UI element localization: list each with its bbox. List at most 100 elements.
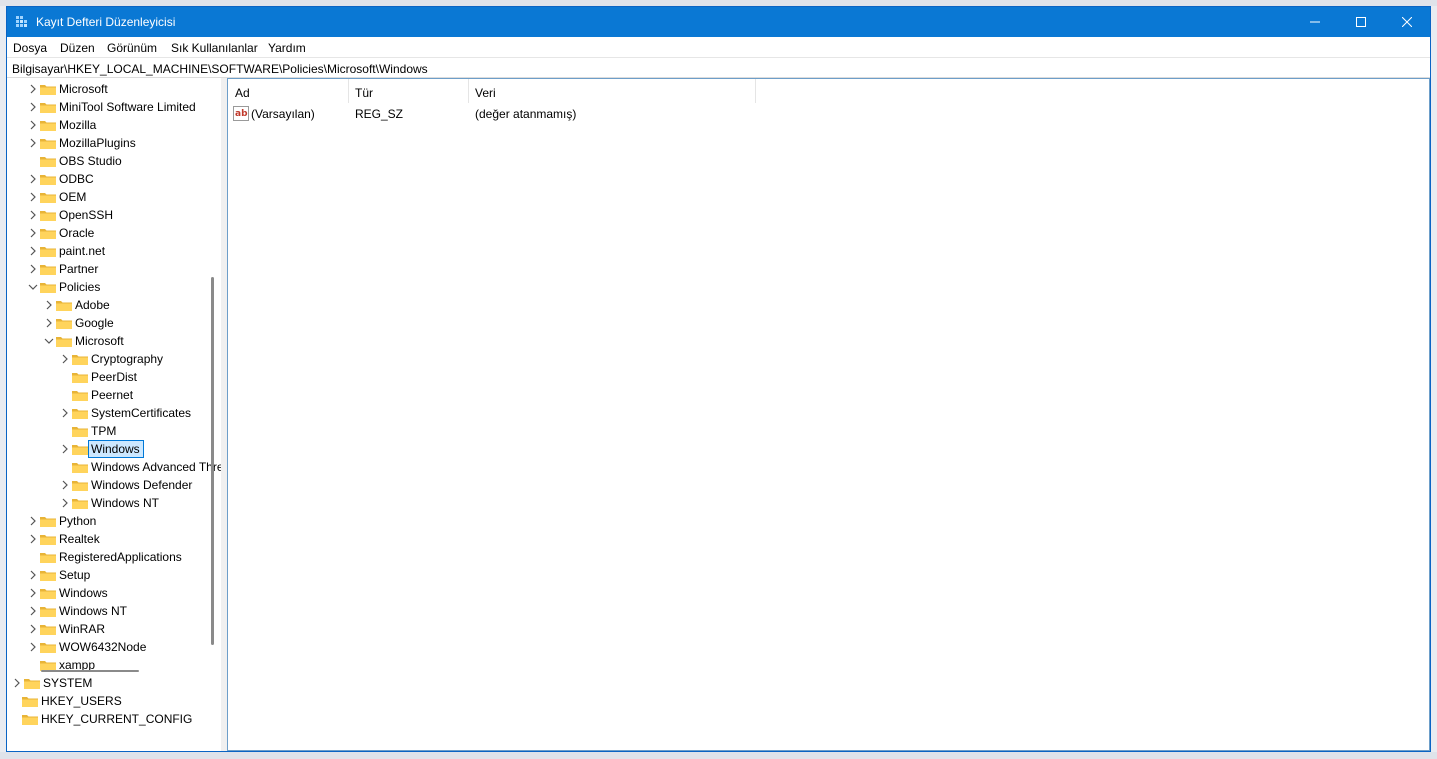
chevron-down-icon[interactable]: [43, 335, 55, 347]
chevron-down-icon[interactable]: [27, 281, 39, 293]
tree-item[interactable]: Microsoft: [7, 332, 207, 350]
chevron-right-icon[interactable]: [27, 263, 39, 275]
tree-item[interactable]: HKEY_CURRENT_CONFIG: [7, 710, 207, 728]
chevron-right-icon[interactable]: [43, 317, 55, 329]
column-header-data[interactable]: Veri: [468, 79, 755, 103]
tree-item[interactable]: OBS Studio: [7, 152, 207, 170]
folder-icon: [40, 643, 56, 653]
chevron-right-icon[interactable]: [27, 173, 39, 185]
maximize-button[interactable]: [1338, 7, 1384, 37]
chevron-right-icon[interactable]: [11, 677, 23, 689]
tree-item[interactable]: OEM: [7, 188, 207, 206]
column-header-type[interactable]: Tür: [348, 79, 468, 103]
tree-item-label: OpenSSH: [59, 208, 114, 222]
chevron-right-icon[interactable]: [27, 191, 39, 203]
tree-horizontal-scrollbar[interactable]: [41, 670, 139, 672]
tree-item[interactable]: MiniTool Software Limited: [7, 98, 207, 116]
tree-item[interactable]: WOW6432Node: [7, 638, 207, 656]
chevron-right-icon[interactable]: [27, 569, 39, 581]
tree-item[interactable]: Windows Defender: [7, 476, 207, 494]
minimize-icon: [1310, 21, 1320, 23]
tree-item[interactable]: SystemCertificates: [7, 404, 207, 422]
registry-editor-window: Kayıt Defteri Düzenleyicisi Dosya Düzen …: [6, 6, 1431, 752]
tree-item[interactable]: Mozilla: [7, 116, 207, 134]
chevron-right-icon[interactable]: [27, 101, 39, 113]
chevron-right-icon[interactable]: [27, 605, 39, 617]
tree-item[interactable]: ODBC: [7, 170, 207, 188]
chevron-right-icon[interactable]: [59, 443, 71, 455]
close-icon: [1402, 17, 1412, 27]
folder-icon: [40, 211, 56, 221]
chevron-right-icon[interactable]: [27, 137, 39, 149]
chevron-right-icon[interactable]: [27, 533, 39, 545]
tree-item[interactable]: TPM: [7, 422, 207, 440]
tree-item[interactable]: RegisteredApplications: [7, 548, 207, 566]
tree-item[interactable]: Python: [7, 512, 207, 530]
menu-gorunum[interactable]: Görünüm: [107, 41, 157, 55]
title-bar[interactable]: Kayıt Defteri Düzenleyicisi: [7, 7, 1430, 37]
tree-item[interactable]: Oracle: [7, 224, 207, 242]
tree-item[interactable]: Windows: [7, 440, 207, 458]
minimize-button[interactable]: [1292, 7, 1338, 37]
tree-item[interactable]: Peernet: [7, 386, 207, 404]
tree-item[interactable]: Windows NT: [7, 602, 207, 620]
tree-item-label: Cryptography: [91, 352, 164, 366]
chevron-right-icon[interactable]: [59, 479, 71, 491]
tree-item[interactable]: Adobe: [7, 296, 207, 314]
tree-item[interactable]: MozillaPlugins: [7, 134, 207, 152]
chevron-right-icon[interactable]: [59, 497, 71, 509]
tree-item[interactable]: SYSTEM: [7, 674, 207, 692]
folder-icon: [72, 373, 88, 383]
chevron-right-icon[interactable]: [27, 227, 39, 239]
chevron-right-icon[interactable]: [27, 587, 39, 599]
tree-item[interactable]: Windows NT: [7, 494, 207, 512]
tree-item-label: MiniTool Software Limited: [59, 100, 196, 114]
tree-item[interactable]: Realtek: [7, 530, 207, 548]
chevron-right-icon[interactable]: [27, 515, 39, 527]
folder-icon: [40, 139, 56, 149]
folder-icon: [72, 499, 88, 509]
column-divider[interactable]: [755, 79, 756, 103]
folder-icon: [40, 175, 56, 185]
registry-key-tree[interactable]: Microsoft MiniTool Software Limited Mozill…: [7, 78, 222, 751]
menu-dosya[interactable]: Dosya: [13, 41, 47, 55]
close-button[interactable]: [1384, 7, 1430, 37]
tree-item[interactable]: Windows Advanced Threat Protection: [7, 458, 221, 476]
chevron-right-icon[interactable]: [27, 119, 39, 131]
folder-icon: [40, 85, 56, 95]
folder-icon: [22, 697, 38, 707]
chevron-right-icon[interactable]: [27, 83, 39, 95]
chevron-right-icon[interactable]: [27, 209, 39, 221]
tree-item[interactable]: Cryptography: [7, 350, 207, 368]
tree-item[interactable]: Windows: [7, 584, 207, 602]
tree-item-label: Google: [75, 316, 114, 330]
value-data: (değer atanmamış): [475, 107, 577, 121]
value-type: REG_SZ: [355, 107, 404, 121]
menu-yardim[interactable]: Yardım: [268, 41, 306, 55]
column-header-name[interactable]: Ad: [228, 79, 348, 103]
tree-item[interactable]: Partner: [7, 260, 207, 278]
chevron-right-icon[interactable]: [59, 353, 71, 365]
tree-item[interactable]: Google: [7, 314, 207, 332]
address-path[interactable]: Bilgisayar\HKEY_LOCAL_MACHINE\SOFTWARE\P…: [12, 62, 428, 76]
chevron-right-icon[interactable]: [43, 299, 55, 311]
tree-item[interactable]: Setup: [7, 566, 207, 584]
chevron-right-icon[interactable]: [27, 641, 39, 653]
tree-item[interactable]: paint.net: [7, 242, 207, 260]
tree-vertical-scrollbar[interactable]: [211, 277, 214, 645]
menu-sik-kullanilanlar[interactable]: Sık Kullanılanlar: [171, 41, 258, 55]
chevron-right-icon[interactable]: [27, 623, 39, 635]
chevron-right-icon[interactable]: [27, 245, 39, 257]
folder-icon: [72, 355, 88, 365]
tree-item[interactable]: OpenSSH: [7, 206, 207, 224]
chevron-right-icon[interactable]: [59, 407, 71, 419]
tree-item[interactable]: Microsoft: [7, 80, 207, 98]
tree-item[interactable]: PeerDist: [7, 368, 207, 386]
value-row[interactable]: ab (Varsayılan) REG_SZ (değer atanmamış): [228, 105, 1429, 123]
folder-icon: [40, 589, 56, 599]
tree-item[interactable]: WinRAR: [7, 620, 207, 638]
menu-duzen[interactable]: Düzen: [60, 41, 95, 55]
tree-item[interactable]: Policies: [7, 278, 207, 296]
tree-item[interactable]: HKEY_USERS: [7, 692, 207, 710]
address-bar[interactable]: Bilgisayar\HKEY_LOCAL_MACHINE\SOFTWARE\P…: [7, 57, 1430, 78]
